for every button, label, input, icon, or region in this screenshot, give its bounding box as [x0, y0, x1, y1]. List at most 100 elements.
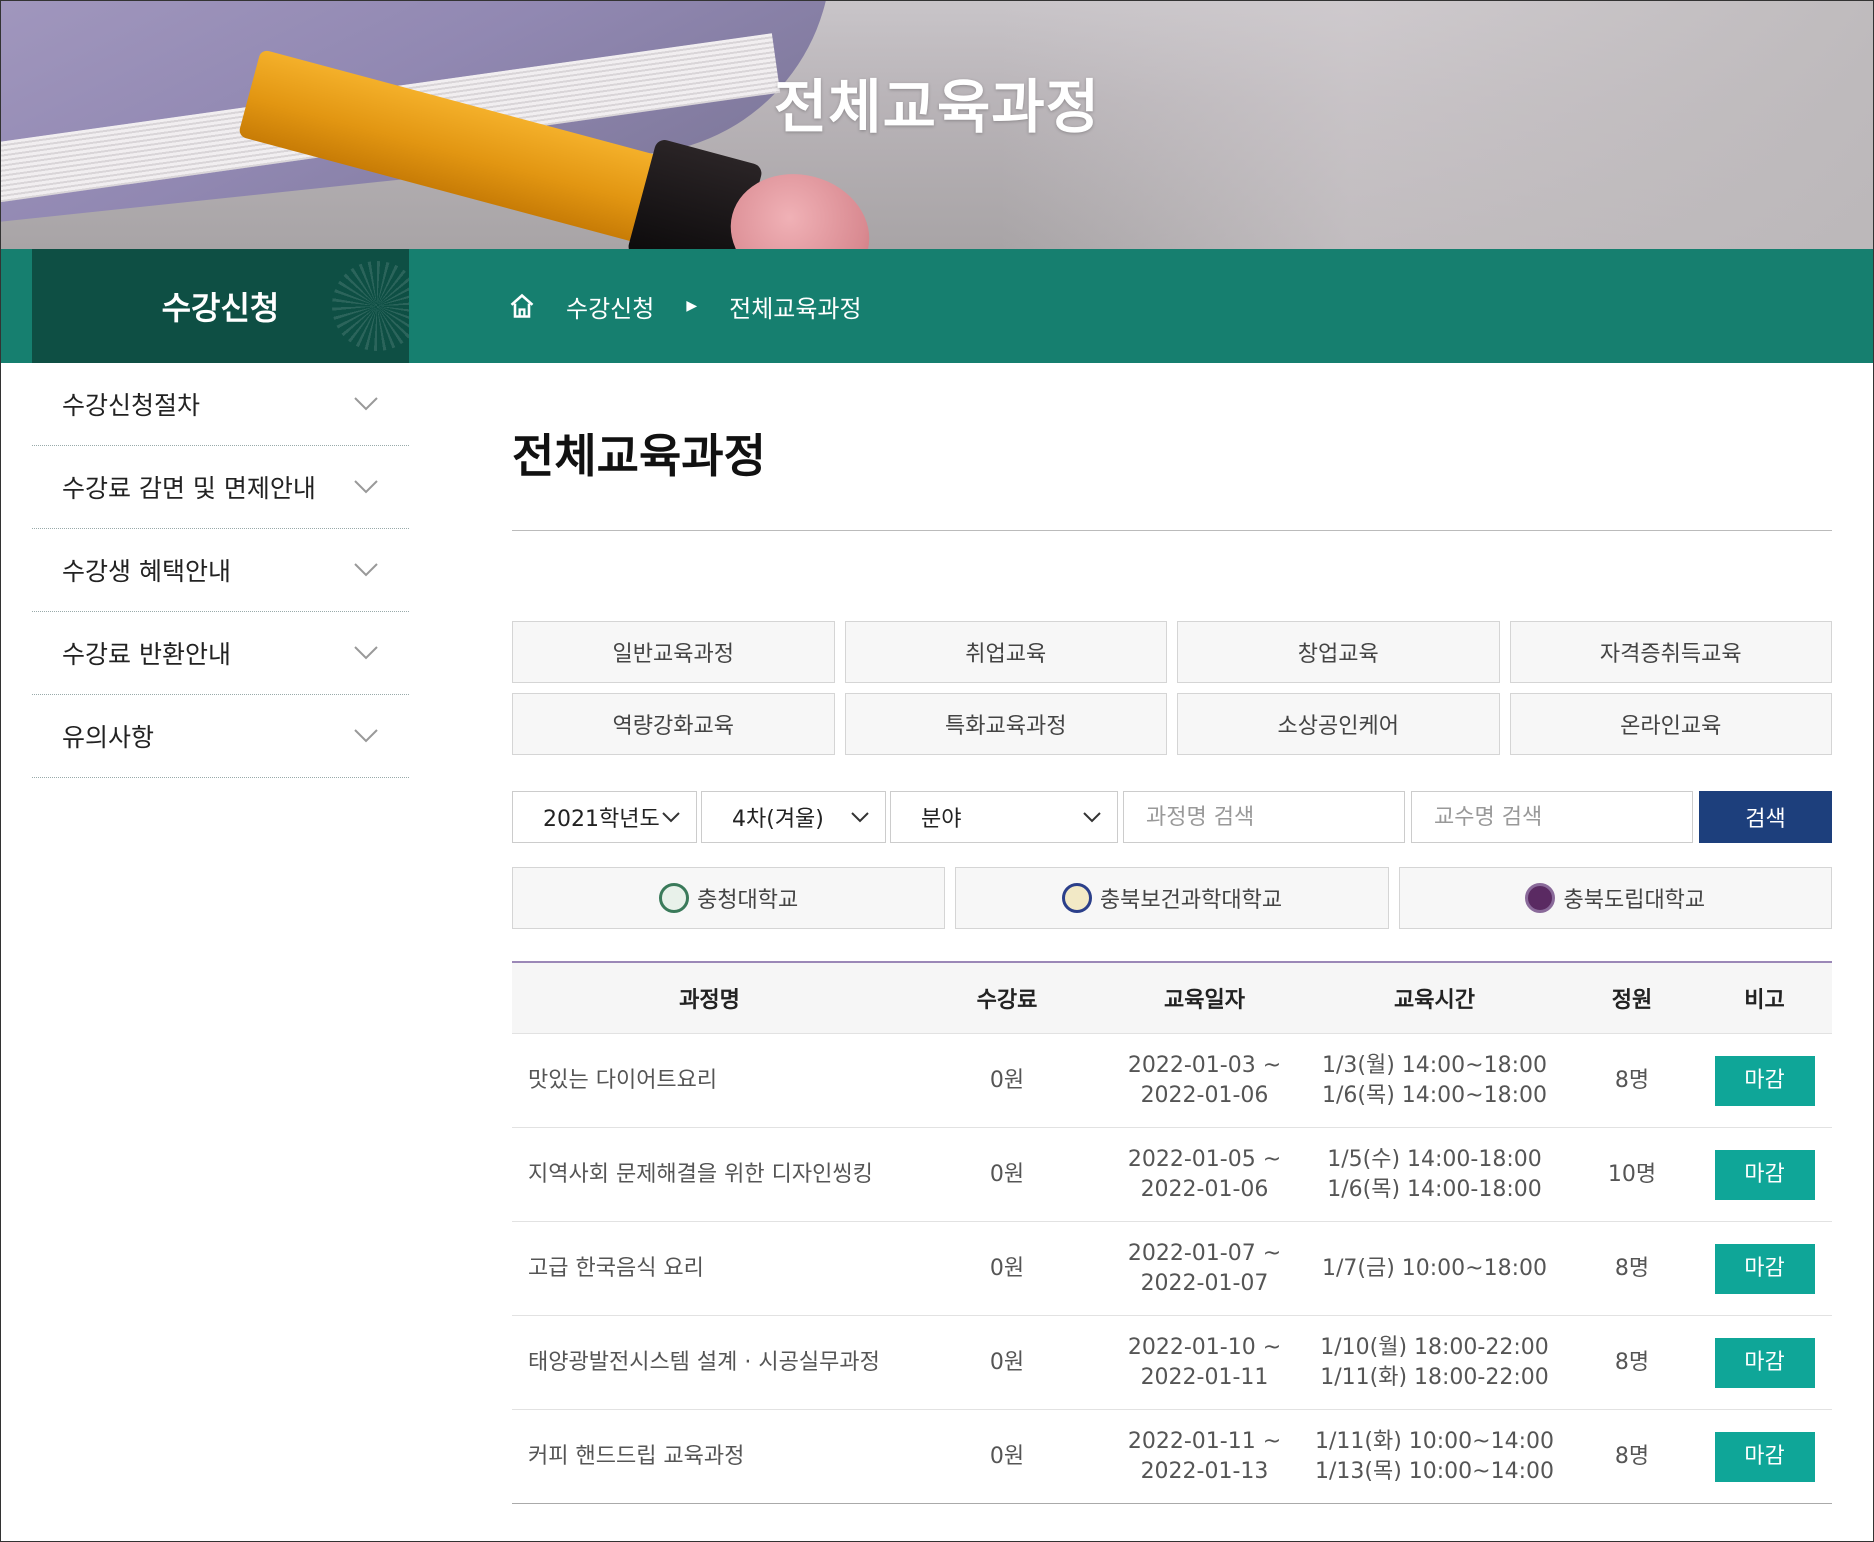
tab-competency[interactable]: 역량강화교육	[512, 693, 835, 755]
breadcrumb-item-apply[interactable]: 수강신청	[566, 289, 654, 324]
course-name[interactable]: 태양광발전시스템 설계 · 시공실무과정	[512, 1315, 907, 1410]
course-times: 1/7(금) 10:00~18:00	[1302, 1221, 1567, 1316]
date-start: 2022-01-10 ~	[1127, 1334, 1282, 1360]
course-dates: 2022-01-03 ~ 2022-01-06	[1107, 1033, 1302, 1128]
course-capacity: 8명	[1567, 1409, 1697, 1504]
tab-specialized[interactable]: 특화교육과정	[844, 693, 1167, 755]
chungcheong-logo-icon	[659, 883, 690, 913]
tab-general[interactable]: 일반교육과정	[512, 621, 835, 683]
breadcrumb-item-current[interactable]: 전체교육과정	[729, 289, 861, 324]
sidebar-item-notice[interactable]: 유의사항	[32, 695, 409, 778]
course-name[interactable]: 지역사회 문제해결을 위한 디자인씽킹	[512, 1127, 907, 1222]
chungbuk-health-logo-icon	[1061, 883, 1092, 913]
breadcrumb: 수강신청 ▶ 전체교육과정	[508, 249, 862, 363]
course-times: 1/5(수) 14:00-18:00 1/6(목) 14:00-18:00	[1302, 1127, 1567, 1222]
tab-chungbuk-provincial-univ[interactable]: 충북도립대학교	[1398, 867, 1832, 929]
sidebar-item-fee-reduction[interactable]: 수강료 감면 및 면제안내	[32, 446, 409, 529]
closed-button[interactable]: 마감	[1714, 1243, 1815, 1294]
course-capacity: 8명	[1567, 1033, 1697, 1128]
tab-online[interactable]: 온라인교육	[1509, 693, 1832, 755]
sidebar-item-procedure[interactable]: 수강신청절차	[32, 363, 409, 446]
university-label: 충청대학교	[697, 888, 799, 913]
term-select-value: 4차(겨울)	[732, 807, 824, 832]
field-select-value: 분야	[921, 807, 962, 832]
sidebar-item-benefits[interactable]: 수강생 혜택안내	[32, 529, 409, 612]
sidebar-item-label: 유의사항	[62, 723, 155, 752]
professor-name-input[interactable]	[1411, 791, 1693, 843]
time-line: 1/13(목) 10:00~14:00	[1314, 1458, 1555, 1484]
year-select[interactable]: 2021학년도	[512, 791, 697, 843]
title-divider	[512, 530, 1832, 531]
tab-chungcheong-univ[interactable]: 충청대학교	[512, 867, 946, 929]
date-end: 2022-01-06	[1140, 1082, 1269, 1108]
closed-button[interactable]: 마감	[1714, 1337, 1815, 1388]
chevron-down-icon	[1083, 812, 1101, 823]
table-row: 맛있는 다이어트요리 0원 2022-01-03 ~ 2022-01-06 1/3…	[512, 1033, 1832, 1128]
course-fee: 0원	[907, 1315, 1107, 1410]
course-status-cell: 마감	[1697, 1033, 1832, 1128]
sidebar-item-label: 수강생 혜택안내	[62, 557, 231, 586]
date-start: 2022-01-11 ~	[1127, 1428, 1282, 1454]
course-name[interactable]: 맛있는 다이어트요리	[512, 1033, 907, 1128]
table-row: 태양광발전시스템 설계 · 시공실무과정 0원 2022-01-10 ~ 2022…	[512, 1315, 1832, 1410]
time-line: 1/5(수) 14:00-18:00	[1327, 1146, 1542, 1172]
tab-employment[interactable]: 취업교육	[844, 621, 1167, 683]
time-line: 1/10(월) 18:00-22:00	[1320, 1334, 1549, 1360]
table-header-row: 과정명 수강료 교육일자 교육시간 정원 비고	[512, 961, 1832, 1034]
date-start: 2022-01-03 ~	[1127, 1052, 1282, 1078]
sidebar-item-label: 수강신청절차	[62, 391, 201, 420]
time-line: 1/3(월) 14:00~18:00	[1321, 1052, 1548, 1078]
tab-small-business[interactable]: 소상공인케어	[1177, 693, 1500, 755]
section-title-box: 수강신청	[32, 249, 409, 363]
course-fee: 0원	[907, 1221, 1107, 1316]
home-icon[interactable]	[508, 292, 536, 320]
breadcrumb-arrow-icon: ▶	[686, 298, 698, 314]
course-times: 1/3(월) 14:00~18:00 1/6(목) 14:00~18:00	[1302, 1033, 1567, 1128]
course-name[interactable]: 고급 한국음식 요리	[512, 1221, 907, 1316]
university-tabs: 충청대학교 충북보건과학대학교 충북도립대학교	[512, 867, 1832, 929]
course-status-cell: 마감	[1697, 1127, 1832, 1222]
course-status-cell: 마감	[1697, 1221, 1832, 1316]
time-line: 1/6(목) 14:00~18:00	[1321, 1082, 1548, 1108]
course-status-cell: 마감	[1697, 1315, 1832, 1410]
date-end: 2022-01-11	[1140, 1364, 1269, 1390]
chevron-down-icon	[354, 729, 378, 743]
course-dates: 2022-01-07 ~ 2022-01-07	[1107, 1221, 1302, 1316]
closed-button[interactable]: 마감	[1714, 1055, 1815, 1106]
hero-banner: 전체교육과정	[0, 0, 1874, 249]
hero-title: 전체교육과정	[773, 73, 1101, 141]
closed-button[interactable]: 마감	[1714, 1149, 1815, 1200]
column-header: 정원	[1567, 961, 1697, 1034]
closed-button[interactable]: 마감	[1714, 1431, 1815, 1482]
tab-certificate[interactable]: 자격증취득교육	[1509, 621, 1832, 683]
field-select[interactable]: 분야	[890, 791, 1118, 843]
term-select[interactable]: 4차(겨울)	[701, 791, 886, 843]
course-name[interactable]: 커피 핸드드립 교육과정	[512, 1409, 907, 1504]
course-name-input[interactable]	[1123, 791, 1405, 843]
date-end: 2022-01-13	[1140, 1458, 1269, 1484]
sidebar-item-label: 수강료 반환안내	[62, 640, 231, 669]
category-tabs: 일반교육과정 취업교육 창업교육 자격증취득교육 역량강화교육 특화교육과정 소…	[512, 621, 1832, 755]
time-line: 1/6(목) 14:00-18:00	[1327, 1176, 1542, 1202]
university-label: 충북도립대학교	[1563, 888, 1706, 913]
university-label: 충북보건과학대학교	[1099, 888, 1283, 913]
sidebar-item-refund[interactable]: 수강료 반환안내	[32, 612, 409, 695]
chevron-down-icon	[851, 812, 869, 823]
course-capacity: 8명	[1567, 1221, 1697, 1316]
sidebar: 수강신청절차 수강료 감면 및 면제안내 수강생 혜택안내 수강료 반환안내 유…	[32, 363, 409, 778]
chevron-down-icon	[662, 812, 680, 823]
date-end: 2022-01-07	[1140, 1270, 1269, 1296]
tab-chungbuk-health-univ[interactable]: 충북보건과학대학교	[955, 867, 1389, 929]
column-header: 과정명	[512, 961, 907, 1034]
course-capacity: 8명	[1567, 1315, 1697, 1410]
date-start: 2022-01-07 ~	[1127, 1240, 1282, 1266]
tab-startup[interactable]: 창업교육	[1177, 621, 1500, 683]
table-row: 지역사회 문제해결을 위한 디자인씽킹 0원 2022-01-05 ~2022-…	[512, 1127, 1832, 1222]
column-header: 교육일자	[1107, 961, 1302, 1034]
date-start: 2022-01-05 ~	[1127, 1146, 1282, 1172]
search-button[interactable]: 검색	[1699, 791, 1832, 843]
course-capacity: 10명	[1567, 1127, 1697, 1222]
section-bar: 수강신청 수강신청 ▶ 전체교육과정	[0, 249, 1874, 363]
chevron-down-icon	[354, 397, 378, 411]
time-line: 1/7(금) 10:00~18:00	[1321, 1255, 1548, 1281]
